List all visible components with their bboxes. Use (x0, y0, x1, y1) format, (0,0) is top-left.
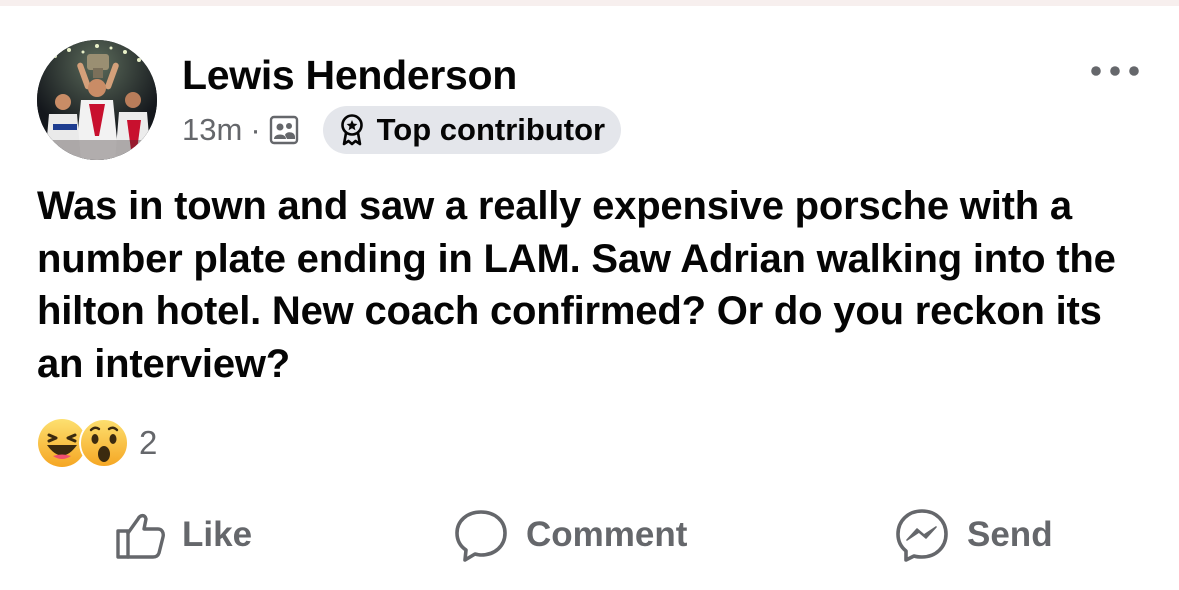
author-avatar[interactable] (37, 40, 157, 160)
reactions-summary[interactable]: 2 (37, 415, 157, 471)
meta-separator: · (250, 112, 261, 147)
thumbs-up-icon (116, 513, 165, 559)
post-header: Lewis Henderson 13m · Top contributor (0, 0, 1179, 170)
more-options-button[interactable] (1087, 56, 1143, 86)
author-name[interactable]: Lewis Henderson (182, 52, 517, 98)
post-timestamp[interactable]: 13m (182, 106, 242, 154)
reaction-count: 2 (139, 424, 158, 461)
badge-label: Top contributor (376, 112, 606, 147)
send-label: Send (967, 515, 1053, 554)
post-actions-bar: Like Comment Send (0, 500, 1179, 570)
avatar-photo (37, 40, 157, 160)
like-label: Like (182, 515, 253, 554)
messenger-icon (896, 509, 948, 562)
like-button[interactable]: Like (114, 500, 252, 570)
send-button[interactable]: Send (893, 500, 1053, 570)
ribbon-badge-icon (339, 113, 367, 147)
comment-button[interactable]: Comment (452, 500, 687, 570)
wow-reaction-icon (79, 418, 129, 468)
top-contributor-badge[interactable]: Top contributor (322, 106, 622, 154)
post-text: Was in town and saw a really expensive p… (37, 184, 1116, 386)
comment-label: Comment (526, 515, 688, 554)
post-meta: 13m · Top contributor (182, 106, 622, 154)
more-options-icon (1091, 66, 1139, 76)
group-members-icon (269, 113, 303, 147)
comment-bubble-icon (455, 510, 507, 562)
